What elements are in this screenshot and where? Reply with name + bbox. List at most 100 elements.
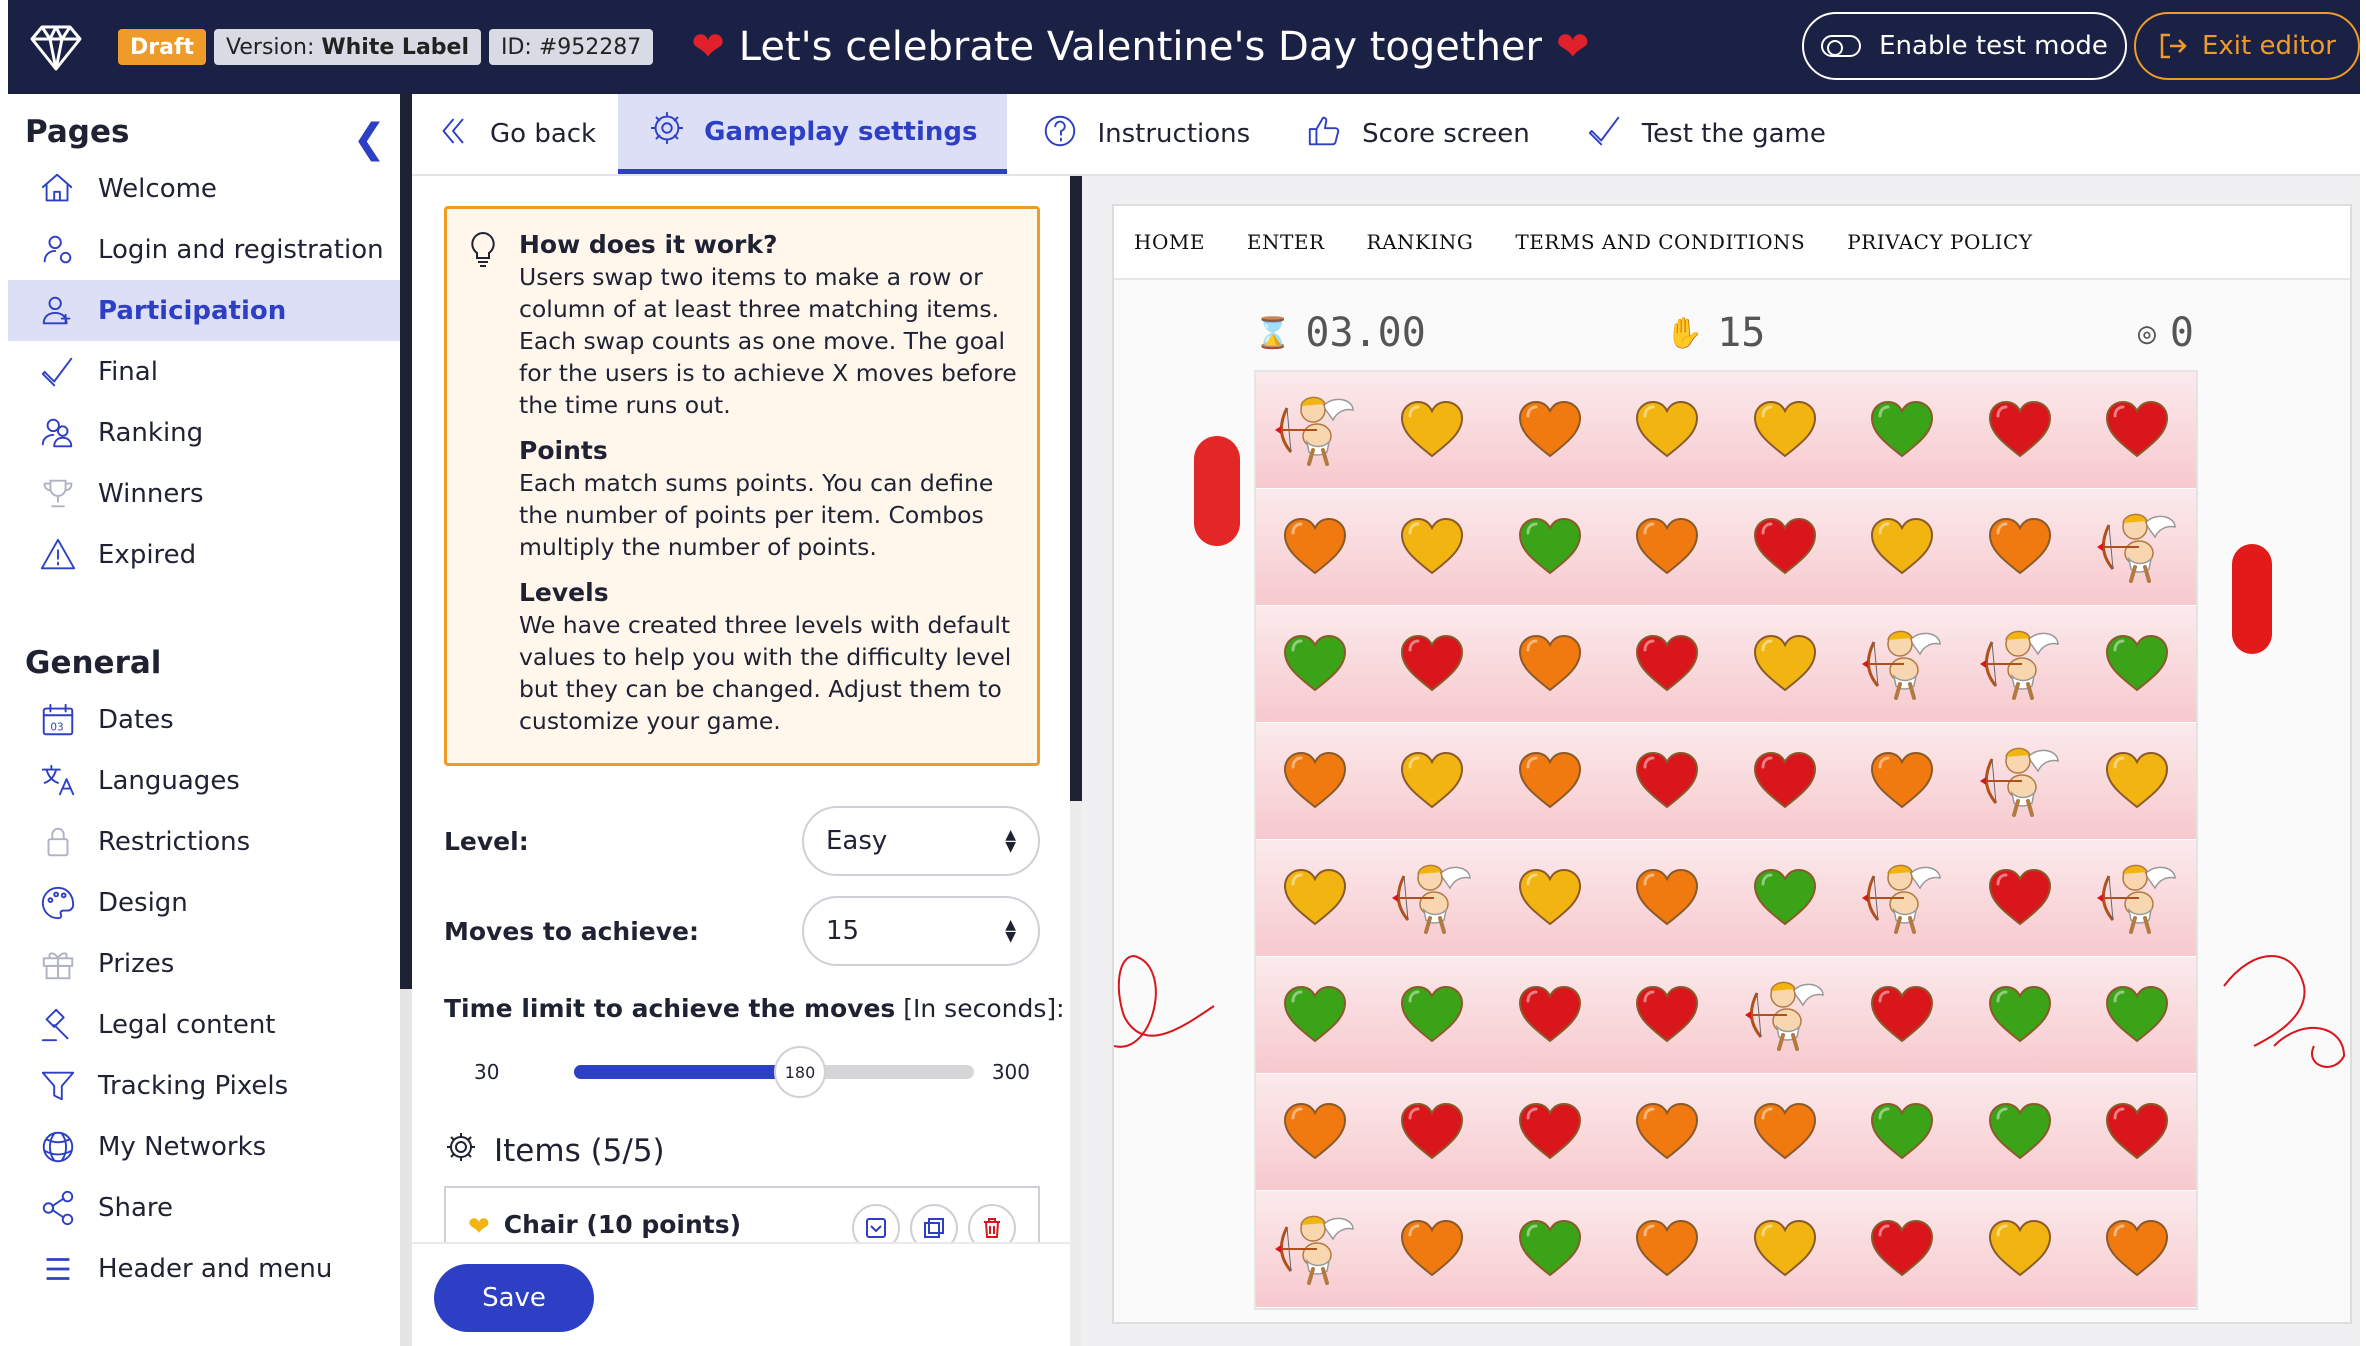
board-cell[interactable] <box>1256 957 1374 1073</box>
board-cell[interactable] <box>1726 723 1844 839</box>
save-button[interactable]: Save <box>434 1264 594 1332</box>
preview-nav-terms-and-conditions[interactable]: TERMS AND CONDITIONS <box>1515 230 1805 254</box>
board-cell[interactable] <box>1609 840 1727 956</box>
preview-nav-home[interactable]: HOME <box>1134 230 1205 254</box>
board-cell[interactable] <box>1961 840 2079 956</box>
board-cell[interactable] <box>1844 489 1962 605</box>
enable-test-mode-button[interactable]: Enable test mode <box>1802 12 2127 80</box>
diamond-logo-icon[interactable] <box>8 0 104 94</box>
sidebar-item-tracking-pixels[interactable]: Tracking Pixels <box>8 1055 400 1116</box>
preview-nav-privacy-policy[interactable]: PRIVACY POLICY <box>1847 230 2032 254</box>
match3-board[interactable] <box>1254 370 2198 1310</box>
board-cell[interactable] <box>1256 1191 1374 1307</box>
preview-nav-enter[interactable]: ENTER <box>1247 230 1325 254</box>
sidebar-item-legal-content[interactable]: Legal content <box>8 994 400 1055</box>
board-cell[interactable] <box>1726 606 1844 722</box>
moves-select[interactable]: 15 ▲ ▼ <box>802 896 1040 966</box>
board-cell[interactable] <box>2079 372 2197 488</box>
board-cell[interactable] <box>1609 606 1727 722</box>
board-cell[interactable] <box>1726 489 1844 605</box>
board-cell[interactable] <box>1726 372 1844 488</box>
sidebar-item-final[interactable]: Final <box>8 341 400 402</box>
board-cell[interactable] <box>1726 840 1844 956</box>
board-cell[interactable] <box>1961 1191 2079 1307</box>
sidebar-item-header-and-menu[interactable]: Header and menu <box>8 1238 400 1299</box>
tab-go-back[interactable]: Go back <box>412 94 618 174</box>
level-select[interactable]: Easy ▲ ▼ <box>802 806 1040 876</box>
board-cell[interactable] <box>1374 723 1492 839</box>
board-cell[interactable] <box>1374 1074 1492 1190</box>
board-cell[interactable] <box>1961 723 2079 839</box>
board-cell[interactable] <box>2079 723 2197 839</box>
sidebar-item-dates[interactable]: 03 Dates <box>8 689 400 750</box>
board-cell[interactable] <box>1256 489 1374 605</box>
sidebar-scrollbar[interactable] <box>400 94 412 1346</box>
sidebar-item-prizes[interactable]: Prizes <box>8 933 400 994</box>
board-cell[interactable] <box>1844 723 1962 839</box>
board-cell[interactable] <box>1491 957 1609 1073</box>
board-cell[interactable] <box>1844 957 1962 1073</box>
preview-nav-ranking[interactable]: RANKING <box>1367 230 1474 254</box>
board-cell[interactable] <box>1256 1074 1374 1190</box>
board-cell[interactable] <box>1491 1074 1609 1190</box>
sidebar-item-design[interactable]: Design <box>8 872 400 933</box>
board-cell[interactable] <box>1491 840 1609 956</box>
board-cell[interactable] <box>2079 489 2197 605</box>
tab-instructions[interactable]: Instructions <box>1019 94 1272 174</box>
board-cell[interactable] <box>1609 489 1727 605</box>
settings-scroll-thumb[interactable] <box>1070 176 1082 801</box>
sidebar-item-welcome[interactable]: Welcome <box>8 158 400 219</box>
sidebar-item-share[interactable]: Share <box>8 1177 400 1238</box>
sidebar-item-ranking[interactable]: Ranking <box>8 402 400 463</box>
board-cell[interactable] <box>1491 606 1609 722</box>
board-cell[interactable] <box>2079 840 2197 956</box>
board-cell[interactable] <box>1256 723 1374 839</box>
board-cell[interactable] <box>1491 489 1609 605</box>
board-cell[interactable] <box>1726 1191 1844 1307</box>
board-cell[interactable] <box>1256 372 1374 488</box>
board-cell[interactable] <box>1961 372 2079 488</box>
board-cell[interactable] <box>1961 957 2079 1073</box>
sidebar-item-my-networks[interactable]: My Networks <box>8 1116 400 1177</box>
tab-test-the-game[interactable]: Test the game <box>1564 94 1848 174</box>
board-cell[interactable] <box>2079 1074 2197 1190</box>
slider-handle[interactable]: 180 <box>774 1046 826 1098</box>
board-cell[interactable] <box>1256 606 1374 722</box>
board-cell[interactable] <box>1491 1191 1609 1307</box>
board-cell[interactable] <box>2079 957 2197 1073</box>
board-cell[interactable] <box>1609 372 1727 488</box>
board-cell[interactable] <box>1844 840 1962 956</box>
board-cell[interactable] <box>1844 1191 1962 1307</box>
sidebar-item-winners[interactable]: Winners <box>8 463 400 524</box>
board-cell[interactable] <box>1609 723 1727 839</box>
board-cell[interactable] <box>1961 1074 2079 1190</box>
board-cell[interactable] <box>1491 723 1609 839</box>
exit-editor-button[interactable]: Exit editor <box>2134 12 2360 80</box>
board-cell[interactable] <box>1374 489 1492 605</box>
board-cell[interactable] <box>1374 957 1492 1073</box>
sidebar-item-restrictions[interactable]: Restrictions <box>8 811 400 872</box>
board-cell[interactable] <box>1491 372 1609 488</box>
settings-scrollbar[interactable] <box>1070 176 1082 1346</box>
board-cell[interactable] <box>1961 606 2079 722</box>
tab-score-screen[interactable]: Score screen <box>1284 94 1552 174</box>
sidebar-scroll-thumb[interactable] <box>400 94 412 989</box>
board-cell[interactable] <box>1609 1191 1727 1307</box>
sidebar-item-participation[interactable]: Participation <box>8 280 400 341</box>
board-cell[interactable] <box>1374 1191 1492 1307</box>
board-cell[interactable] <box>2079 606 2197 722</box>
sidebar-item-expired[interactable]: Expired <box>8 524 400 585</box>
board-cell[interactable] <box>2079 1191 2197 1307</box>
board-cell[interactable] <box>1961 489 2079 605</box>
collapse-sidebar-icon[interactable]: ❮ <box>352 116 386 162</box>
board-cell[interactable] <box>1609 957 1727 1073</box>
time-limit-slider[interactable]: 30 180 300 <box>444 1046 1040 1098</box>
board-cell[interactable] <box>1844 372 1962 488</box>
board-cell[interactable] <box>1726 1074 1844 1190</box>
board-cell[interactable] <box>1609 1074 1727 1190</box>
sidebar-item-languages[interactable]: Languages <box>8 750 400 811</box>
board-cell[interactable] <box>1374 606 1492 722</box>
board-cell[interactable] <box>1844 606 1962 722</box>
board-cell[interactable] <box>1374 840 1492 956</box>
board-cell[interactable] <box>1256 840 1374 956</box>
